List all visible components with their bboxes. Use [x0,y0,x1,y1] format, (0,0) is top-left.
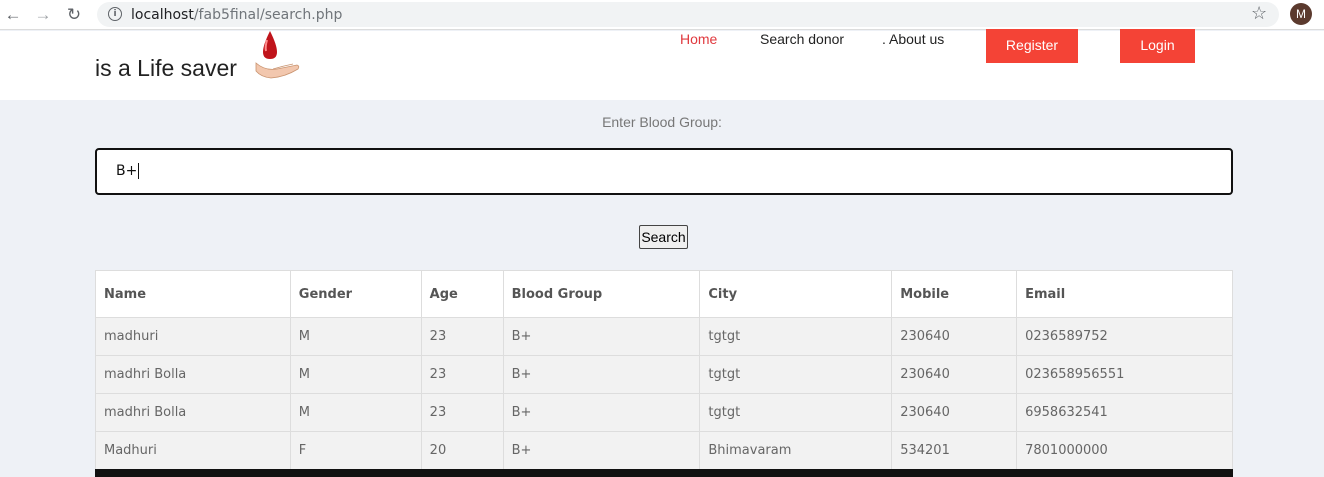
forward-arrow-icon[interactable]: → [32,4,54,26]
blood-group-input-value: B+ [116,163,138,179]
table-cell: 23 [420,317,504,356]
site-tagline: is a Life saver [95,55,237,81]
table-cell: M [289,355,422,394]
column-header: Gender [289,270,422,318]
table-cell: tgtgt [699,355,893,394]
table-cell: 023658956551 [1016,355,1233,394]
address-bar[interactable]: i localhost/fab5final/search.php [97,2,1279,27]
table-cell: 0236589752 [1016,317,1233,356]
login-button[interactable]: Login [1120,29,1195,63]
reload-icon[interactable]: ↻ [63,4,85,26]
browser-toolbar: ← → ↻ i localhost/fab5final/search.php ☆… [0,0,1324,30]
table-row: Madhuri F 20 B+ Bhimavaram 534201 7801000000 [95,431,1233,470]
table-cell: 230640 [891,393,1018,432]
table-cell: Madhuri [95,431,291,470]
table-row: madhri Bolla M 23 B+ tgtgt 230640 6958632541 [95,393,1233,432]
table-cell: B+ [502,355,701,394]
info-icon[interactable]: i [108,7,122,21]
table-cell: 230640 [891,317,1018,356]
table-cell: B+ [502,317,701,356]
column-header: City [699,270,893,318]
table-cell: B+ [502,431,701,470]
table-cell: 20 [420,431,504,470]
url-text[interactable]: localhost/fab5final/search.php [131,7,342,23]
table-cell: tgtgt [699,393,893,432]
table-cell: Bhimavaram [699,431,893,470]
column-header: Mobile [891,270,1018,318]
table-row: madhuri M 23 B+ tgtgt 230640 0236589752 [95,317,1233,356]
blood-drop-hand-logo-icon [255,31,300,79]
blood-group-label: Enter Blood Group: [602,114,722,130]
url-path: /fab5final/search.php [193,7,343,23]
column-header: Age [420,270,504,318]
table-cell: madhuri [95,317,291,356]
column-header: Blood Group [502,270,701,318]
table-cell: 23 [420,393,504,432]
table-cell: 230640 [891,355,1018,394]
blood-group-input[interactable]: B+ [95,148,1233,195]
table-header-row: Name Gender Age Blood Group City Mobile Email [95,270,1233,318]
nav-about-us-link[interactable]: . About us [882,31,944,47]
table-row: madhri Bolla M 23 B+ tgtgt 230640 023658956551 [95,355,1233,394]
nav-home-link[interactable]: Home [680,31,717,47]
search-button[interactable]: Search [639,225,688,249]
footer-bar [95,469,1233,477]
table-cell: B+ [502,393,701,432]
site-header: is a Life saver Home Search donor . Abou… [0,29,1324,100]
table-cell: 534201 [891,431,1018,470]
column-header: Email [1016,270,1233,318]
nav-search-donor-link[interactable]: Search donor [760,31,844,47]
bookmark-star-icon[interactable]: ☆ [1251,3,1267,24]
text-caret [138,163,140,179]
register-button[interactable]: Register [986,29,1078,63]
back-arrow-icon[interactable]: ← [2,4,24,26]
table-cell: M [289,317,422,356]
table-cell: F [289,431,422,470]
table-cell: madhri Bolla [95,355,291,394]
table-cell: madhri Bolla [95,393,291,432]
table-cell: 7801000000 [1016,431,1233,470]
table-cell: 23 [420,355,504,394]
table-cell: tgtgt [699,317,893,356]
url-host: localhost [131,7,194,23]
table-cell: M [289,393,422,432]
table-cell: 6958632541 [1016,393,1233,432]
donor-results-table: Name Gender Age Blood Group City Mobile Email … [95,270,1233,470]
column-header: Name [95,270,291,318]
profile-avatar[interactable]: M [1290,3,1312,25]
